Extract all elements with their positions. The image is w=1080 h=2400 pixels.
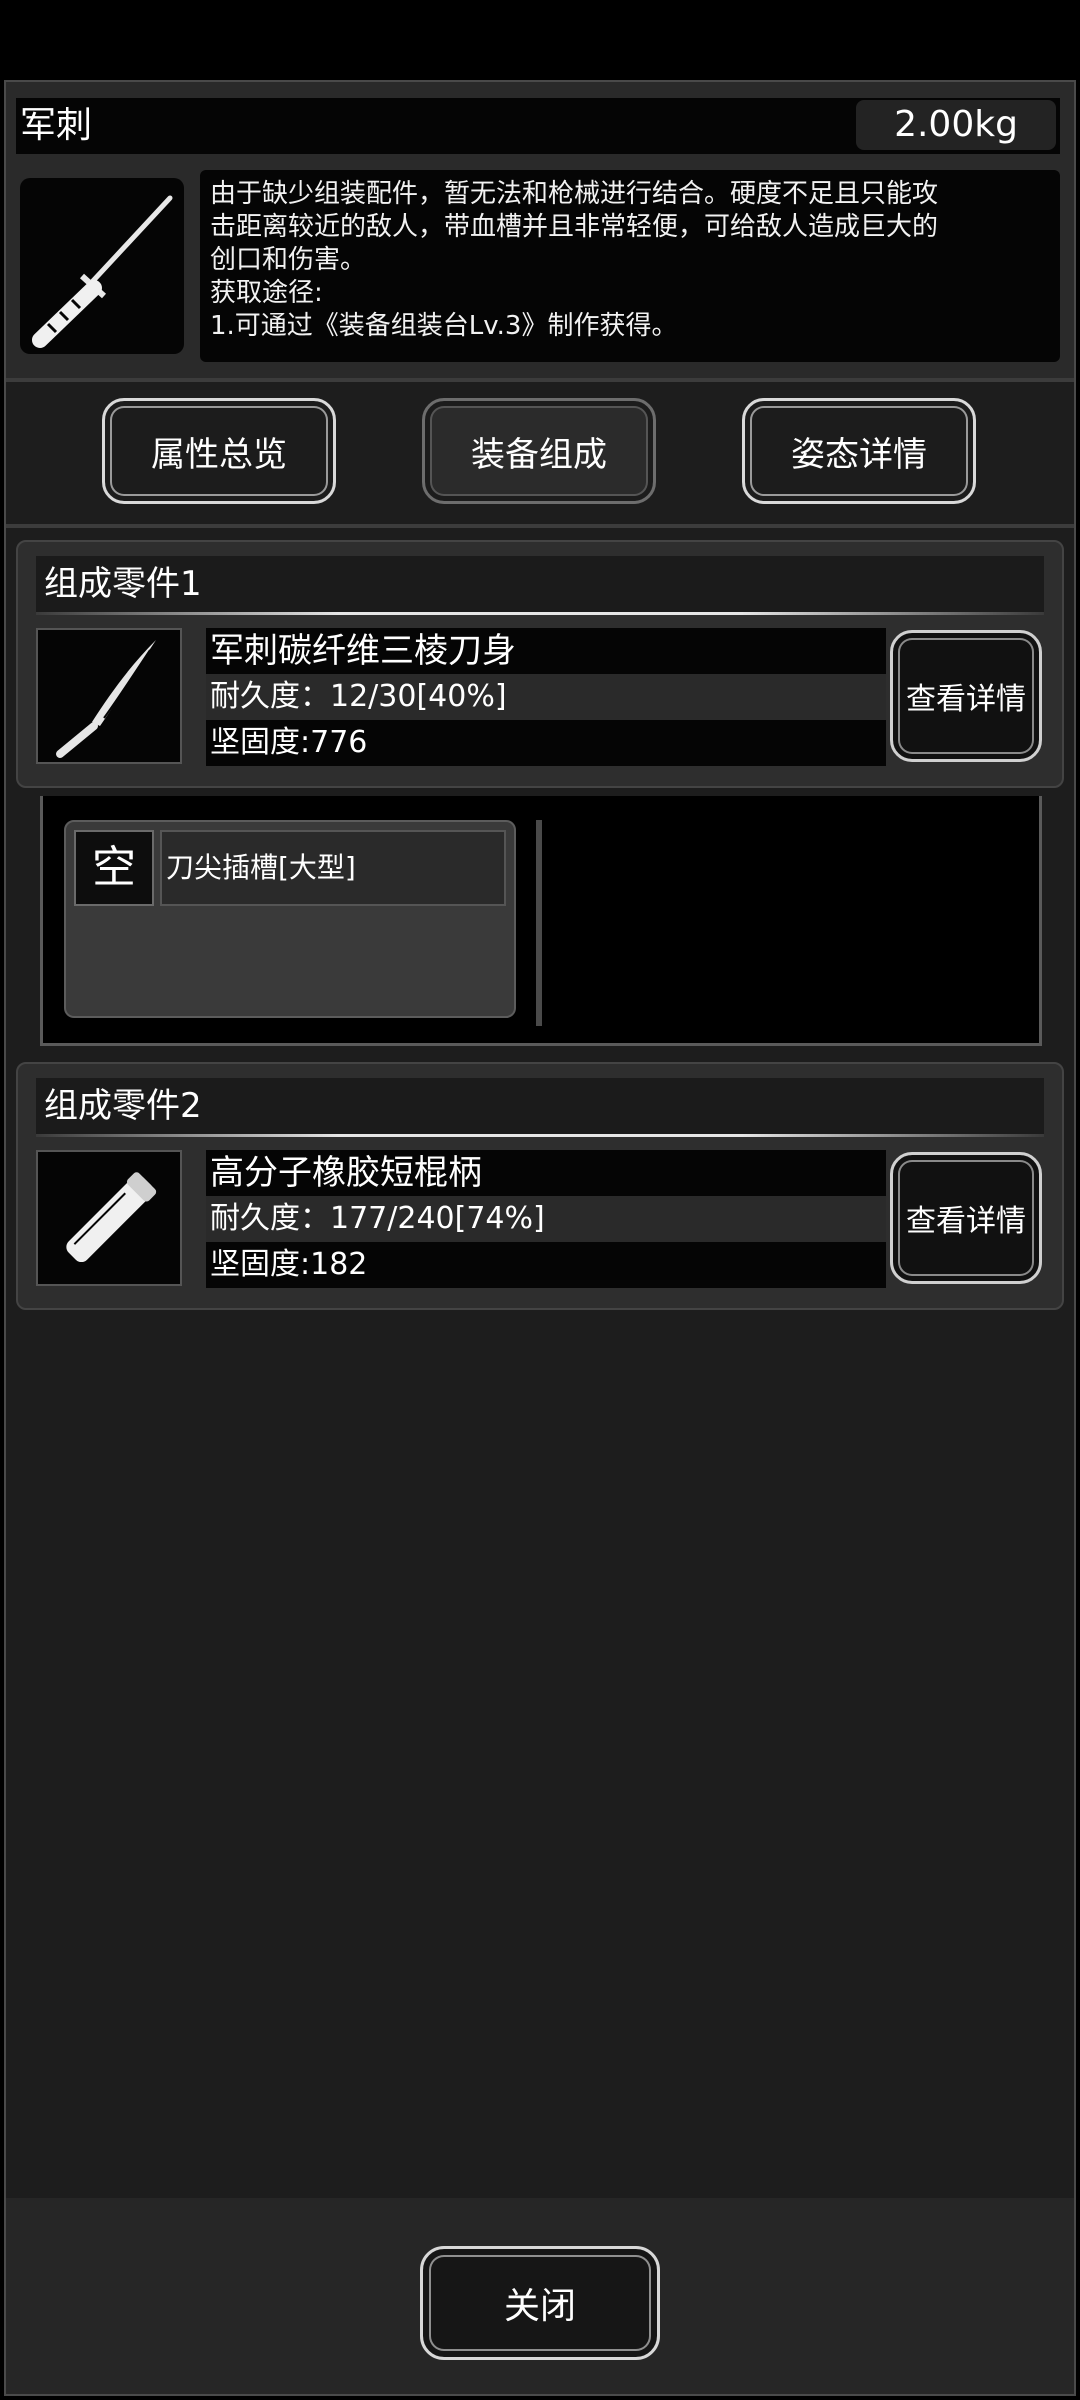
item-weight: 2.00kg bbox=[856, 100, 1056, 150]
component-header: 组成零件2 bbox=[36, 1078, 1044, 1134]
component-hardness: 坚固度:182 bbox=[206, 1242, 886, 1288]
handle-icon bbox=[36, 1150, 182, 1286]
item-description: 由于缺少组装配件，暂无法和枪械进行结合。硬度不足且只能攻 击距离较近的敌人，带血… bbox=[200, 170, 1060, 362]
tab-equipment-composition[interactable]: 装备组成 bbox=[422, 398, 656, 504]
header-underline bbox=[36, 1134, 1044, 1137]
component-name: 高分子橡胶短棍柄 bbox=[206, 1150, 886, 1196]
component-info: 高分子橡胶短棍柄 耐久度：177/240[74%] 坚固度:182 bbox=[206, 1150, 886, 1288]
scrollbar[interactable] bbox=[536, 820, 542, 1026]
divider bbox=[6, 378, 1074, 382]
description-line: 获取途径: bbox=[210, 278, 323, 308]
tab-attributes-overview[interactable]: 属性总览 bbox=[102, 398, 336, 504]
component-info: 军刺碳纤维三棱刀身 耐久度：12/30[40%] 坚固度:776 bbox=[206, 628, 886, 766]
item-name: 军刺 bbox=[20, 105, 93, 146]
component-panel-2: 组成零件2 高分子橡胶短棍柄 耐久度：177/240[74%] 坚固度:182 … bbox=[16, 1062, 1064, 1310]
view-details-button[interactable]: 查看详情 bbox=[890, 630, 1042, 762]
description-line: 创口和伤害。 bbox=[210, 245, 367, 275]
component-durability: 耐久度：12/30[40%] bbox=[206, 674, 886, 720]
component-durability: 耐久度：177/240[74%] bbox=[206, 1196, 886, 1242]
blade-icon bbox=[36, 628, 182, 764]
component-panel-1: 组成零件1 军刺碳纤维三棱刀身 耐久度：12/30[40%] 坚固度:776 查… bbox=[16, 540, 1064, 788]
description-line: 由于缺少组装配件，暂无法和枪械进行结合。硬度不足且只能攻 bbox=[210, 179, 939, 209]
slot-label: 刀尖插槽[大型] bbox=[160, 830, 506, 906]
component-name: 军刺碳纤维三棱刀身 bbox=[206, 628, 886, 674]
slot-status: 空 bbox=[74, 830, 154, 906]
component-hardness: 坚固度:776 bbox=[206, 720, 886, 766]
description-line: 1.可通过《装备组装台Lv.3》制作获得。 bbox=[210, 311, 678, 341]
tab-stance-details[interactable]: 姿态详情 bbox=[742, 398, 976, 504]
close-button[interactable]: 关闭 bbox=[420, 2246, 660, 2360]
divider bbox=[6, 524, 1074, 528]
header-underline bbox=[36, 612, 1044, 615]
view-details-button[interactable]: 查看详情 bbox=[890, 1152, 1042, 1284]
description-line: 击距离较近的敌人，带血槽并且非常轻便，可给敌人造成巨大的 bbox=[210, 212, 939, 242]
bayonet-icon bbox=[20, 178, 184, 354]
component-header: 组成零件1 bbox=[36, 556, 1044, 612]
